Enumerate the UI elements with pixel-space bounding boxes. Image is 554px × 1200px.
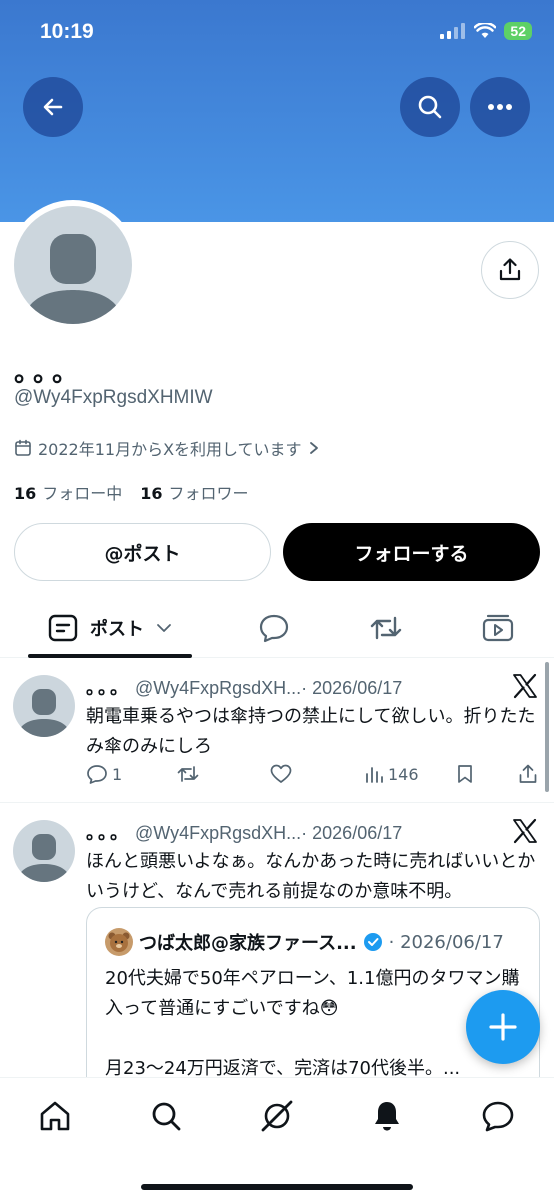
more-options-button[interactable]	[470, 77, 530, 137]
profile-handle: @Wy4FxpRgsdXHMIW	[14, 387, 213, 408]
media-icon	[482, 614, 514, 642]
post-text: 朝電車乗るやつは傘持つの禁止にして欲しい。折りたたみ傘のみにしろ	[86, 706, 536, 757]
share-profile-button[interactable]	[481, 241, 539, 299]
analytics-icon	[366, 767, 383, 783]
post-actions: 1 146	[86, 764, 546, 790]
home-icon	[40, 1101, 70, 1131]
follow-stats: 16 フォロー中 16 フォロワー	[14, 480, 249, 504]
plus-icon	[489, 1013, 517, 1041]
share-post-button[interactable]	[518, 764, 538, 784]
post-header: 。。。 @Wy4FxpRgsdXH...· 2026/06/17	[86, 819, 402, 845]
search-icon	[152, 1102, 181, 1131]
heart-icon	[270, 764, 292, 783]
post-date: · 2026/06/17	[301, 823, 403, 843]
post-item[interactable]: 。。。 @Wy4FxpRgsdXH...· 2026/06/17 朝電車乗るやつは…	[0, 660, 554, 803]
quoted-post-text: 20代夫婦で50年ペアローン、1.1億円のタワマン購入って普通にすごいですね😳 …	[105, 968, 520, 1079]
bottom-navigation	[0, 1077, 554, 1200]
reply-count: 1	[112, 764, 123, 784]
followers-link[interactable]: 16 フォロワー	[140, 480, 248, 504]
quoted-post-header: つば太郎@家族ファース... · 2026/06/17	[105, 928, 504, 956]
view-count: 146	[388, 764, 419, 784]
quoted-post[interactable]: つば太郎@家族ファース... · 2026/06/17 20代夫婦で50年ペアロ…	[86, 907, 540, 1097]
post-author-name: 。。。	[86, 823, 131, 843]
default-avatar-icon	[17, 689, 71, 737]
back-button[interactable]	[23, 77, 83, 137]
post-author-handle: @Wy4FxpRgsdXH...	[135, 678, 302, 698]
calendar-icon	[15, 439, 31, 456]
default-avatar-icon	[17, 834, 71, 882]
post-avatar[interactable]	[13, 820, 75, 882]
views-button[interactable]: 146	[364, 764, 419, 784]
chevron-down-icon	[157, 624, 171, 632]
nav-messages[interactable]	[478, 1096, 518, 1136]
post-author-name: 。。。	[86, 678, 131, 698]
tab-replies[interactable]	[244, 598, 304, 658]
x-logo-icon	[512, 673, 538, 703]
reply-icon	[87, 765, 107, 784]
quoted-author-name: つば太郎@家族ファース...	[139, 933, 357, 954]
quoted-avatar	[105, 928, 133, 956]
posts-icon	[48, 614, 78, 642]
nav-grok[interactable]	[257, 1096, 297, 1136]
repost-icon	[370, 616, 402, 640]
arrow-left-icon	[43, 98, 63, 116]
post-author-handle: @Wy4FxpRgsdXH...	[135, 823, 302, 843]
tab-posts[interactable]: ポスト	[28, 598, 192, 658]
chevron-right-icon	[309, 442, 318, 454]
following-count: 16	[14, 484, 37, 503]
search-button[interactable]	[400, 77, 460, 137]
joined-text: 2022年11月からXを利用しています	[38, 440, 302, 459]
follow-button[interactable]: フォローする	[283, 523, 540, 581]
following-link[interactable]: 16 フォロー中	[14, 480, 122, 504]
share-icon	[499, 258, 521, 281]
followers-count: 16	[140, 484, 163, 503]
repost-button[interactable]	[176, 764, 200, 784]
nav-search[interactable]	[146, 1096, 186, 1136]
tab-posts-label: ポスト	[90, 619, 144, 640]
bear-avatar-icon	[108, 932, 130, 952]
nav-notifications[interactable]	[367, 1096, 407, 1136]
tab-reposts[interactable]	[356, 598, 416, 658]
bookmark-button[interactable]	[456, 764, 474, 784]
reply-icon	[259, 614, 289, 643]
grok-icon	[261, 1100, 293, 1132]
post-text: ほんと頭悪いよなぁ。なんかあった時に売ればいいとかいうけど、なんで売れる前提なの…	[86, 851, 536, 902]
tab-media[interactable]	[468, 598, 528, 658]
post-avatar[interactable]	[13, 675, 75, 737]
chat-bubble-icon	[482, 1101, 514, 1132]
followers-label: フォロワー	[168, 484, 249, 503]
scrollbar[interactable]	[545, 662, 549, 792]
verified-badge-icon	[363, 933, 382, 951]
wifi-icon	[474, 23, 497, 38]
post-header: 。。。 @Wy4FxpRgsdXH...· 2026/06/17	[86, 674, 402, 700]
compose-post-button[interactable]	[466, 990, 540, 1064]
bookmark-icon	[458, 765, 472, 783]
mention-post-button[interactable]: @ポスト	[14, 523, 271, 581]
signal-icon	[440, 23, 466, 39]
profile-tabs: ポスト	[0, 598, 554, 658]
nav-home[interactable]	[35, 1096, 75, 1136]
battery-indicator: 52	[504, 22, 532, 40]
default-avatar-icon	[22, 234, 124, 324]
quoted-post-date: · 2026/06/17	[388, 931, 504, 953]
post-date: · 2026/06/17	[301, 678, 403, 698]
more-horizontal-icon	[488, 104, 512, 110]
status-time: 10:19	[40, 20, 94, 43]
status-icons: 52	[440, 22, 532, 40]
home-indicator[interactable]	[141, 1184, 413, 1190]
share-icon	[519, 764, 537, 783]
profile-avatar[interactable]	[8, 200, 138, 330]
bell-icon	[375, 1102, 399, 1131]
repost-icon	[177, 766, 199, 782]
x-logo-icon	[512, 818, 538, 848]
reply-button[interactable]: 1	[86, 764, 122, 784]
search-icon	[418, 95, 442, 119]
like-button[interactable]	[270, 764, 292, 784]
following-label: フォロー中	[42, 484, 123, 503]
joined-date[interactable]: 2022年11月からXを利用しています	[14, 436, 320, 460]
display-name: 。。。	[14, 358, 85, 388]
